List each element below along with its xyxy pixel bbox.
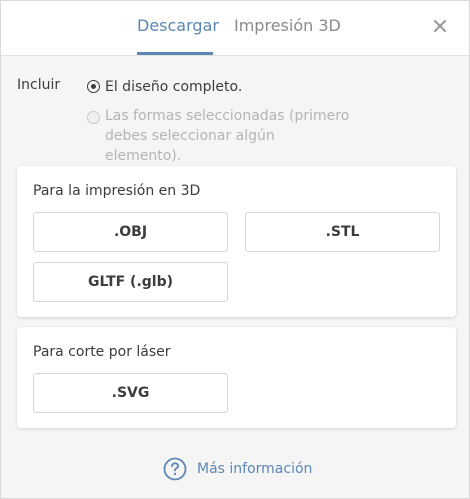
radio-button-checked[interactable] bbox=[87, 80, 100, 93]
print3d-title: Para la impresión en 3D bbox=[33, 183, 201, 199]
laser-title: Para corte por láser bbox=[33, 344, 171, 360]
svg-button[interactable]: .SVG bbox=[33, 373, 228, 413]
more-info-label: Más información bbox=[197, 461, 313, 477]
tab-download[interactable]: Descargar bbox=[137, 16, 219, 35]
tab-3d-print[interactable]: Impresión 3D bbox=[234, 16, 341, 35]
laser-card: Para corte por láser .SVG bbox=[17, 327, 456, 428]
help-circle-icon[interactable] bbox=[163, 457, 187, 481]
download-dialog: Descargar Impresión 3D Incluir El diseño… bbox=[0, 0, 470, 499]
radio-selected-shapes-label: Las formas seleccionadas (primero debes … bbox=[105, 108, 350, 164]
close-icon[interactable] bbox=[431, 17, 449, 35]
radio-whole-design-label: El diseño completo. bbox=[105, 79, 243, 95]
more-info-link[interactable]: Más información bbox=[163, 457, 312, 481]
obj-button[interactable]: .OBJ bbox=[33, 212, 228, 252]
radio-selected-shapes: Las formas seleccionadas (primero debes … bbox=[87, 108, 355, 166]
stl-button[interactable]: .STL bbox=[245, 212, 440, 252]
active-tab-indicator bbox=[137, 52, 213, 55]
gltf-button[interactable]: GLTF (.glb) bbox=[33, 262, 228, 302]
dialog-header: Descargar Impresión 3D bbox=[1, 1, 469, 56]
radio-whole-design[interactable]: El diseño completo. bbox=[87, 77, 242, 97]
include-label: Incluir bbox=[17, 77, 61, 93]
print3d-card: Para la impresión en 3D .OBJ .STL GLTF (… bbox=[17, 166, 456, 317]
radio-button-disabled bbox=[87, 111, 100, 124]
